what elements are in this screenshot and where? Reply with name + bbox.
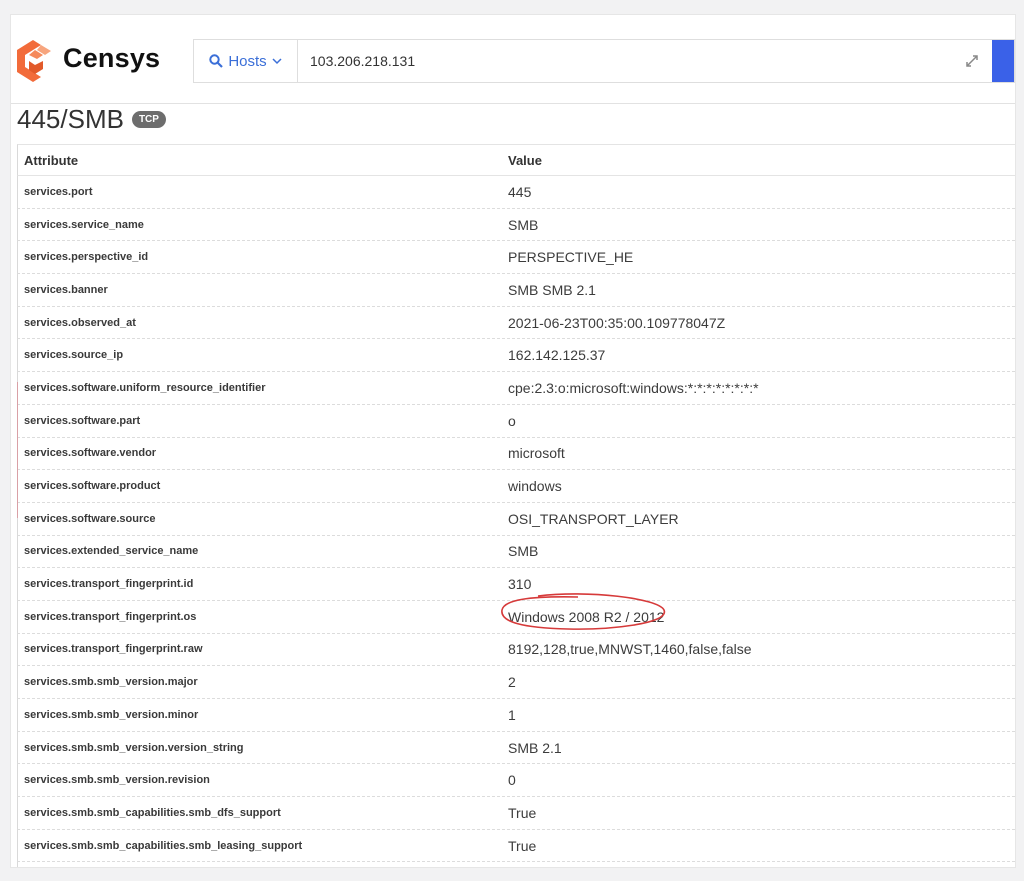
value-cell: 8192,128,true,MNWST,1460,false,false	[508, 641, 752, 658]
table-row: services.smb.smb_version.version_string S…	[17, 731, 1015, 765]
table-row: services.source_ip 162.142.125.37	[17, 339, 1015, 373]
censys-logo-icon[interactable]	[15, 40, 55, 82]
value-cell: 0	[508, 772, 516, 789]
attribute-cell: services.software.part	[24, 414, 141, 427]
attribute-cell: services.smb.smb_capabilities.smb_dfs_su…	[24, 806, 281, 819]
attribute-cell: services.smb.smb_version.revision	[24, 774, 210, 787]
attribute-cell: services.transport_fingerprint.id	[24, 578, 194, 591]
table-row: services.perspective_id PERSPECTIVE_HE	[17, 241, 1015, 275]
value-cell: cpe:2.3:o:microsoft:windows:*:*:*:*:*:*:…	[508, 379, 759, 396]
value-cell: microsoft	[508, 445, 565, 462]
table-row: services.transport_fingerprint.raw 8192,1…	[17, 633, 1015, 667]
table-row: services.port 445	[17, 176, 1015, 209]
value-cell: OSI_TRANSPORT_LAYER	[508, 510, 679, 527]
search-icon	[209, 54, 224, 68]
highlighted-value-text: Windows 2008 R2 / 2012	[508, 608, 665, 625]
chevron-down-icon	[272, 58, 282, 65]
table-row: services.smb.smb_capabilities.smb_multic…	[17, 862, 1015, 867]
header-value: Value	[508, 152, 542, 168]
table-row: services.smb.smb_capabilities.smb_dfs_su…	[17, 797, 1015, 830]
table-row: services.transport_fingerprint.id 310	[17, 568, 1015, 601]
value-cell: o	[508, 412, 516, 429]
attribute-cell: services.observed_at	[24, 316, 136, 329]
table-row: services.observed_at 2021-06-23T00:35:00.…	[17, 306, 1015, 340]
table-row: services.smb.smb_version.revision 0	[17, 764, 1015, 798]
attribute-cell: services.perspective_id	[24, 251, 149, 264]
table-row: services.banner SMB SMB 2.1	[17, 274, 1015, 307]
attribute-cell: services.smb.smb_version.version_string	[24, 741, 244, 754]
table-row: services.software.source OSI_TRANSPORT_LA…	[17, 502, 1015, 536]
highlighted-value: Windows 2008 R2 / 2012	[501, 592, 665, 630]
value-cell: SMB SMB 2.1	[508, 281, 596, 298]
expand-icon[interactable]	[964, 53, 980, 69]
search-button[interactable]	[992, 40, 1014, 82]
attribute-cell: services.source_ip	[24, 349, 124, 362]
table-row: services.transport_fingerprint.os Windows…	[17, 592, 1015, 634]
attribute-cell: services.service_name	[24, 218, 144, 231]
value-cell: 1	[508, 706, 516, 723]
attribute-cell: services.software.vendor	[24, 447, 157, 460]
attributes-table: Attribute Value services.port 445 services…	[17, 144, 1015, 867]
table-row: services.smb.smb_version.major 2	[17, 666, 1015, 699]
value-cell: True	[508, 804, 537, 821]
value-cell: windows	[508, 478, 562, 495]
table-row: services.software.uniform_resource_ident…	[17, 372, 1015, 405]
value-cell: 2021-06-23T00:35:00.109778047Z	[508, 314, 726, 331]
table-row: services.software.product windows	[17, 470, 1015, 503]
value-cell: True	[508, 837, 537, 854]
attribute-cell: services.transport_fingerprint.raw	[24, 643, 203, 656]
table-row: services.service_name SMB	[17, 208, 1015, 242]
table-body: services.port 445 services.service_name SMB…	[17, 176, 1015, 867]
attribute-cell: services.port	[24, 185, 93, 198]
service-title: 445/SMB	[17, 104, 124, 134]
attribute-cell: services.smb.smb_version.major	[24, 676, 198, 689]
table-header: Attribute Value	[17, 144, 1015, 176]
search-bar: Hosts	[193, 39, 1015, 83]
attribute-cell: services.software.product	[24, 480, 161, 493]
search-type-label: Hosts	[228, 52, 267, 70]
attribute-cell: services.extended_service_name	[24, 545, 199, 558]
value-cell: SMB 2.1	[508, 739, 562, 756]
value-cell: 445	[508, 183, 532, 200]
attribute-cell: services.software.source	[24, 512, 156, 525]
service-heading: 445/SMB TCP	[17, 104, 166, 135]
top-header: Censys Hosts	[11, 15, 1015, 104]
brand-name[interactable]: Censys	[63, 43, 160, 74]
table-row: services.smb.smb_version.minor 1	[17, 699, 1015, 732]
attribute-cell: services.software.uniform_resource_ident…	[24, 381, 266, 394]
value-cell: 162.142.125.37	[508, 347, 606, 364]
value-cell: SMB	[508, 216, 539, 233]
table-row: services.software.vendor microsoft	[17, 437, 1015, 471]
value-cell: PERSPECTIVE_HE	[508, 249, 634, 266]
search-type-dropdown[interactable]: Hosts	[194, 40, 298, 82]
value-cell: Windows 2008 R2 / 2012	[501, 592, 1015, 630]
table-row: services.software.part o	[17, 404, 1015, 438]
value-cell: 2	[508, 674, 516, 691]
app-window: Censys Hosts 445/SMB TCP	[10, 14, 1016, 868]
value-cell: SMB	[508, 543, 539, 560]
protocol-badge: TCP	[131, 111, 166, 128]
attribute-cell: services.smb.smb_capabilities.smb_leasin…	[24, 839, 303, 852]
search-input[interactable]	[310, 40, 950, 82]
table-row: services.extended_service_name SMB	[17, 535, 1015, 569]
section-marker	[17, 382, 18, 518]
attribute-cell: services.smb.smb_version.minor	[24, 708, 199, 721]
attribute-cell: services.banner	[24, 283, 108, 296]
table-row: services.smb.smb_capabilities.smb_leasin…	[17, 829, 1015, 863]
attribute-cell: services.transport_fingerprint.os	[24, 610, 197, 623]
value-cell: 310	[508, 576, 532, 593]
header-attribute: Attribute	[24, 152, 79, 168]
